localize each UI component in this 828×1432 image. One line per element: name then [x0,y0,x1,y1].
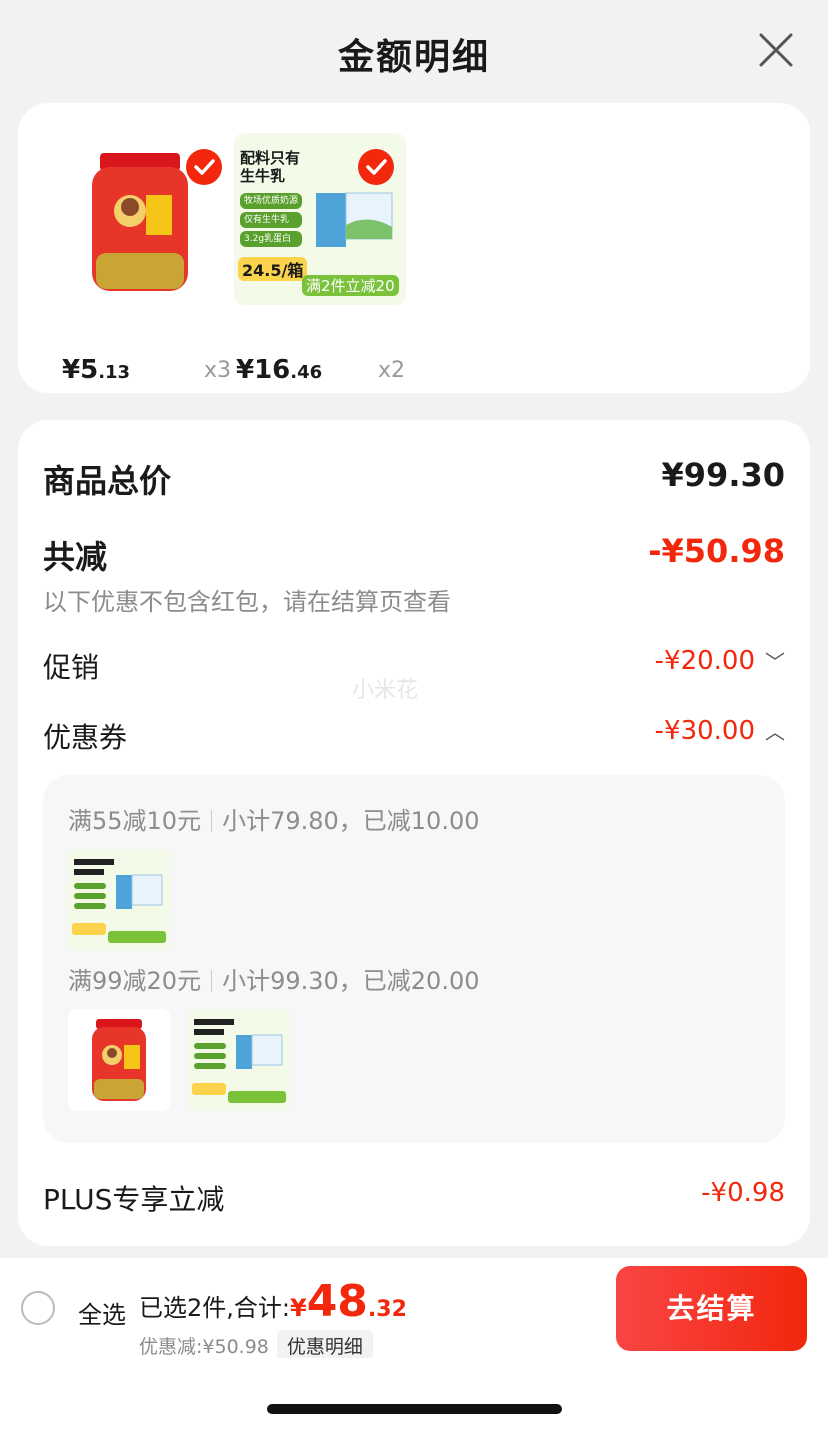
header: 金额明细 [0,0,828,100]
image-tag: 3.2g乳蛋白 [240,231,303,247]
coupon-rule-line: 满99减20元 小计99.30，已减20.00 [68,961,480,996]
watermark: 小米花 [352,678,419,703]
image-tag: 仅有生牛乳 [240,212,303,228]
coupon-value-group[interactable]: -¥30.00 ︿ [655,716,785,746]
bottom-action-bar: 全选 已选2件,合计:¥48.32 优惠减:¥50.98 优惠明细 去结算 [0,1258,828,1361]
chevron-down-icon: ﹀ [765,650,785,674]
coupon-product-thumb[interactable] [68,1009,170,1111]
select-all-label[interactable]: 全选 [78,1295,126,1330]
promo-value: -¥20.00 [654,646,755,676]
image-caption: 生牛乳 [240,167,286,185]
total-label: 商品总价 [43,462,172,500]
select-all-radio[interactable] [21,1291,55,1325]
coupon-rule: 满55减10元 [68,807,202,835]
plus-row: PLUS专享立减 -¥0.98 [43,1178,785,1216]
product-item[interactable]: ¥5.13 x3 [62,133,234,385]
coupon-product-thumb[interactable] [188,1009,290,1111]
image-tag: 牧场优质奶源 [240,193,303,209]
amount-summary-card: 商品总价 ¥99.30 共减 -¥50.98 以下优惠不包含红包，请在结算页查看… [18,420,810,1246]
total-row: 商品总价 ¥99.30 [43,456,785,500]
total-amount: ¥48.32 [289,1276,407,1327]
coupon-rule: 满99减20元 [68,967,202,995]
image-promo-tag: 满2件立减20 [302,275,399,296]
coupon-row[interactable]: 优惠券 -¥30.00 ︿ [43,716,785,754]
reduce-value: -¥50.98 [648,532,785,570]
coupon-product-thumb[interactable] [68,849,170,951]
checkout-button[interactable]: 去结算 [616,1266,807,1351]
reduce-label: 共减 [43,538,108,576]
selection-summary: 已选2件,合计:¥48.32 [139,1276,407,1327]
note-row: 以下优惠不包含红包，请在结算页查看 [43,582,785,616]
promo-label: 促销 [43,651,100,684]
selected-count-text: 已选2件,合计: [139,1294,290,1322]
home-indicator[interactable] [267,1404,562,1414]
product-qty: x3 [204,358,232,383]
coupon-label: 优惠券 [43,721,128,754]
product-price: ¥5.13 [62,355,131,385]
home-indicator-area [0,1358,828,1432]
close-icon[interactable] [758,32,794,68]
product-qty: x2 [378,358,406,383]
divider [211,970,213,992]
plus-value: -¥0.98 [701,1178,785,1208]
product-image [62,133,234,305]
product-item[interactable]: 配料只有 生牛乳 牧场优质奶源 仅有生牛乳 3.2g乳蛋白 24.5/箱 满2件… [234,133,406,385]
plus-label: PLUS专享立减 [43,1183,225,1216]
selected-check-icon[interactable] [358,149,394,185]
coupon-detail-box: 满55减10元 小计79.80，已减10.00 满99减20元 小计99.30，已减… [43,775,785,1143]
divider [211,810,213,832]
reduce-row: 共减 -¥50.98 [43,532,785,576]
coupon-rule-line: 满55减10元 小计79.80，已减10.00 [68,801,480,836]
discount-text: 优惠减:¥50.98 [139,1336,269,1358]
coupon-detail: 小计99.30，已减20.00 [222,967,480,995]
promo-value-group[interactable]: -¥20.00 ﹀ [655,646,785,676]
total-value: ¥99.30 [661,456,785,494]
products-card: ¥5.13 x3 配料只有 生牛乳 牧场优质奶源 仅有生牛乳 3.2g乳蛋白 2… [18,103,810,393]
selected-check-icon[interactable] [186,149,222,185]
page-title: 金额明细 [337,37,490,78]
chevron-up-icon: ︿ [765,720,785,744]
coupon-detail: 小计79.80，已减10.00 [222,807,480,835]
image-caption: 配料只有 [240,149,301,167]
discount-note: 以下优惠不包含红包，请在结算页查看 [43,588,451,616]
discount-detail-link[interactable]: 优惠明细 [276,1330,373,1361]
discount-summary: 优惠减:¥50.98 优惠明细 [139,1330,373,1361]
image-price-tag: 24.5/箱 [238,257,308,281]
product-image: 配料只有 生牛乳 牧场优质奶源 仅有生牛乳 3.2g乳蛋白 24.5/箱 满2件… [234,133,406,305]
product-price: ¥16.46 [236,355,323,385]
coupon-value: -¥30.00 [654,716,755,746]
